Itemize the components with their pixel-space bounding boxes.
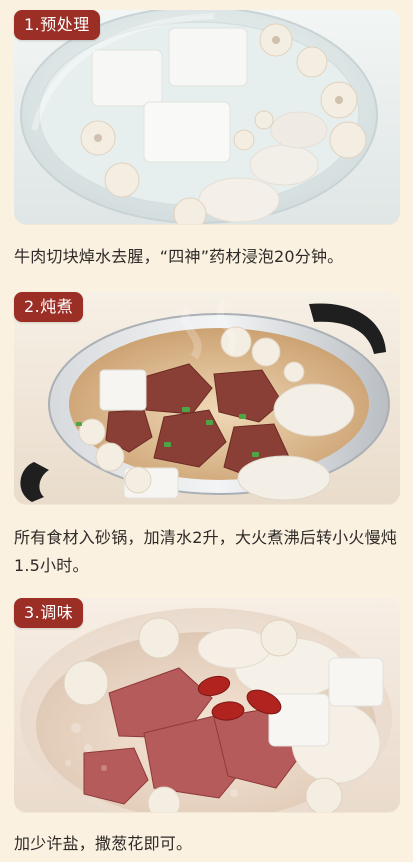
step-2-badge: 2.炖煮 (14, 292, 84, 322)
soaked-ingredients-bowl-image (14, 10, 400, 224)
step-1-badge: 1.预处理 (14, 10, 100, 40)
seasoned-soup-image (14, 598, 400, 812)
step-1-caption: 牛肉切块焯水去腥，“四神”药材浸泡20分钟。 (14, 247, 344, 266)
simmering-pot-image (14, 292, 400, 504)
step-3-photo (14, 598, 400, 812)
step-3-caption: 加少许盐，撒葱花即可。 (14, 834, 193, 853)
step-2-caption: 所有食材入砂锅，加清水2升，大火煮沸后转小火慢炖1.5小时。 (14, 528, 397, 575)
step-2-photo (14, 292, 400, 504)
step-1-photo (14, 10, 400, 224)
step-3-badge: 3.调味 (14, 598, 84, 628)
recipe-steps-page: 1.预处理 牛肉切块焯水去腥，“四神”药材浸泡20分钟。 2.炖煮 所有食材入砂… (0, 0, 413, 862)
